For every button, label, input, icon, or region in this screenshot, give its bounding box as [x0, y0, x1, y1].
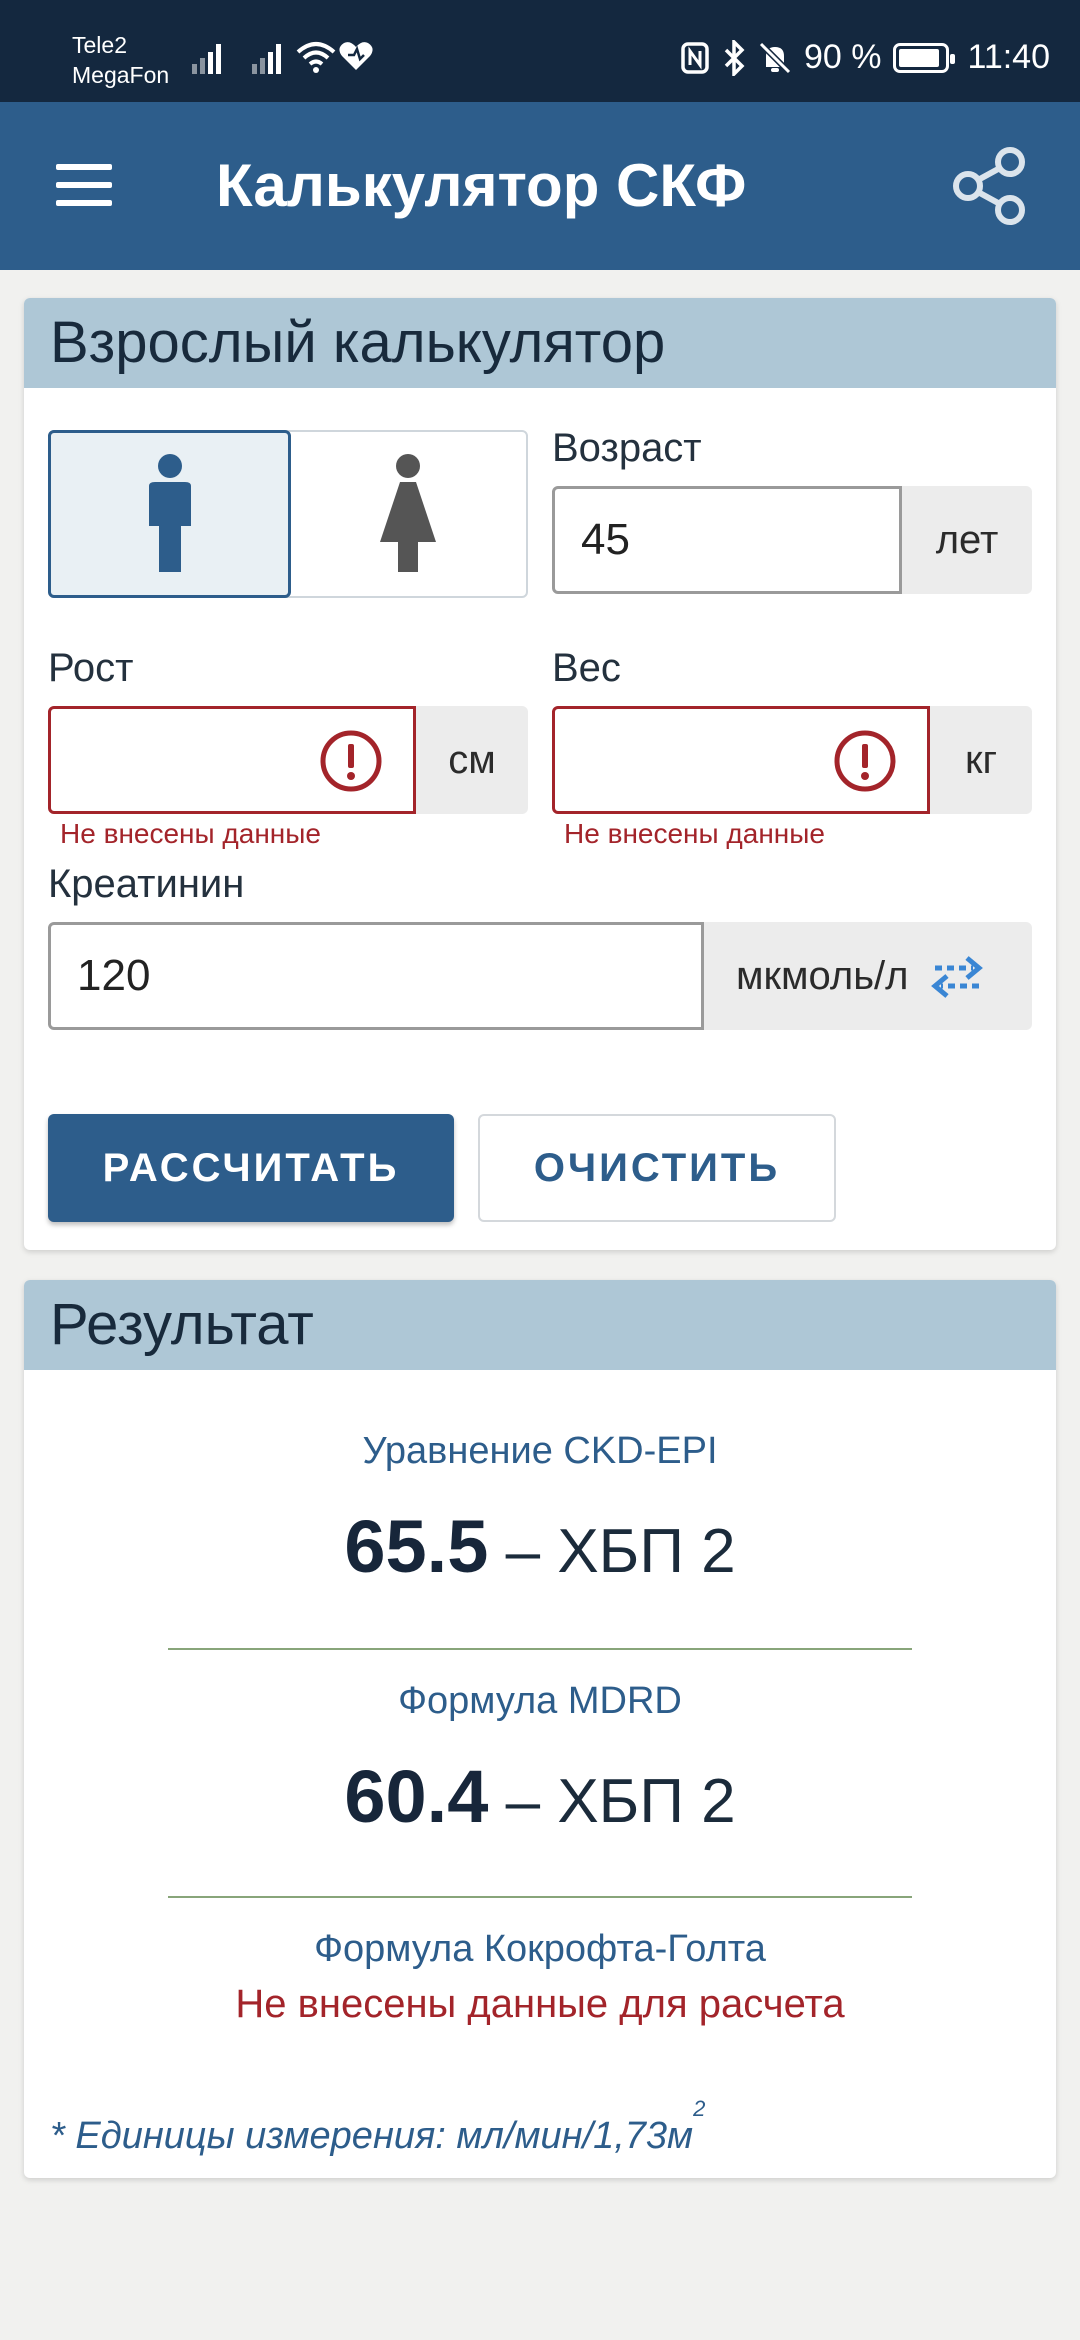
age-unit: лет — [902, 486, 1032, 594]
height-field-group: см — [48, 706, 528, 814]
units-superscript: 2 — [693, 2096, 706, 2121]
heart-icon — [339, 42, 373, 70]
sex-toggle — [48, 430, 528, 598]
height-unit: см — [416, 706, 528, 814]
height-label: Рост — [48, 646, 134, 690]
battery-percent: 90 % — [803, 38, 882, 76]
nfc-icon — [681, 41, 709, 74]
age-field-group: 45 лет — [552, 486, 1032, 594]
clock: 11:40 — [967, 38, 1050, 76]
calculator-header: Взрослый калькулятор — [24, 298, 1056, 388]
status-right: 90 % 11:40 — [680, 38, 1050, 77]
mdrd-stage: – ХБП 2 — [488, 1767, 736, 1836]
creatinine-unit: мкмоль/л — [736, 953, 909, 998]
divider — [168, 1896, 912, 1898]
result-header: Результат — [24, 1280, 1056, 1370]
hamburger-menu-icon[interactable] — [56, 164, 112, 206]
calculate-button[interactable]: РАССЧИТАТЬ — [48, 1114, 454, 1222]
weight-field-group: кг — [552, 706, 1032, 814]
divider — [168, 1648, 912, 1650]
battery-icon — [893, 42, 956, 73]
units-note: * Единицы измерения: мл/мин/1,73м2 — [50, 2096, 705, 2158]
app-bar: Калькулятор СКФ — [0, 102, 1080, 270]
ckd-epi-value: 65.5 — [344, 1505, 489, 1588]
creatinine-label: Креатинин — [48, 862, 245, 906]
signal-icon — [252, 42, 281, 74]
age-input[interactable]: 45 — [552, 486, 902, 594]
carrier-names: Tele2 MegaFon — [72, 30, 169, 90]
female-icon — [379, 454, 436, 572]
result-card: Результат Уравнение CKD-EPI 65.5 – ХБП 2… — [24, 1280, 1056, 2178]
creatinine-input[interactable]: 120 — [48, 922, 704, 1030]
signal-icon — [192, 42, 221, 74]
weight-input[interactable] — [552, 706, 930, 814]
units-note-text: * Единицы измерения: мл/мин/1,73м — [50, 2115, 694, 2157]
creatinine-field-group: 120 мкмоль/л — [48, 922, 1032, 1030]
height-input[interactable] — [48, 706, 416, 814]
age-label: Возраст — [552, 426, 702, 470]
ckd-epi-stage: – ХБП 2 — [488, 1517, 736, 1586]
mute-bell-icon — [758, 41, 792, 74]
mdrd-label: Формула MDRD — [398, 1680, 682, 1722]
weight-label: Вес — [552, 646, 621, 690]
weight-error: Не внесены данные — [564, 818, 825, 849]
carrier-2: MegaFon — [72, 62, 170, 88]
creatinine-unit-switch[interactable]: мкмоль/л — [704, 922, 1032, 1030]
bluetooth-icon — [724, 39, 745, 76]
ckd-epi-result: 65.5 – ХБП 2 — [24, 1504, 1056, 1589]
cockcroft-label: Формула Кокрофта-Голта — [314, 1928, 766, 1970]
adult-calculator-card: Взрослый калькулятор Возраст 45 лет Рост — [24, 298, 1056, 1250]
height-error: Не внесены данные — [60, 818, 321, 849]
ckd-epi-label: Уравнение CKD-EPI — [362, 1430, 718, 1472]
wifi-icon — [296, 42, 336, 73]
carrier-1: Tele2 — [72, 32, 127, 58]
status-bar: Tele2 MegaFon 90 % 11:40 — [0, 0, 1080, 102]
share-icon[interactable] — [950, 146, 1030, 226]
mdrd-value: 60.4 — [344, 1755, 489, 1838]
error-icon — [320, 730, 382, 792]
male-option[interactable] — [48, 430, 291, 598]
error-icon — [834, 730, 896, 792]
app-title: Калькулятор СКФ — [216, 152, 747, 219]
clear-button[interactable]: ОЧИСТИТЬ — [478, 1114, 836, 1222]
female-option[interactable] — [289, 432, 526, 596]
cockcroft-message: Не внесены данные для расчета — [235, 1982, 845, 2026]
weight-unit: кг — [930, 706, 1032, 814]
male-icon — [148, 454, 191, 572]
mdrd-result: 60.4 – ХБП 2 — [24, 1754, 1056, 1839]
swap-units-icon — [930, 956, 983, 998]
